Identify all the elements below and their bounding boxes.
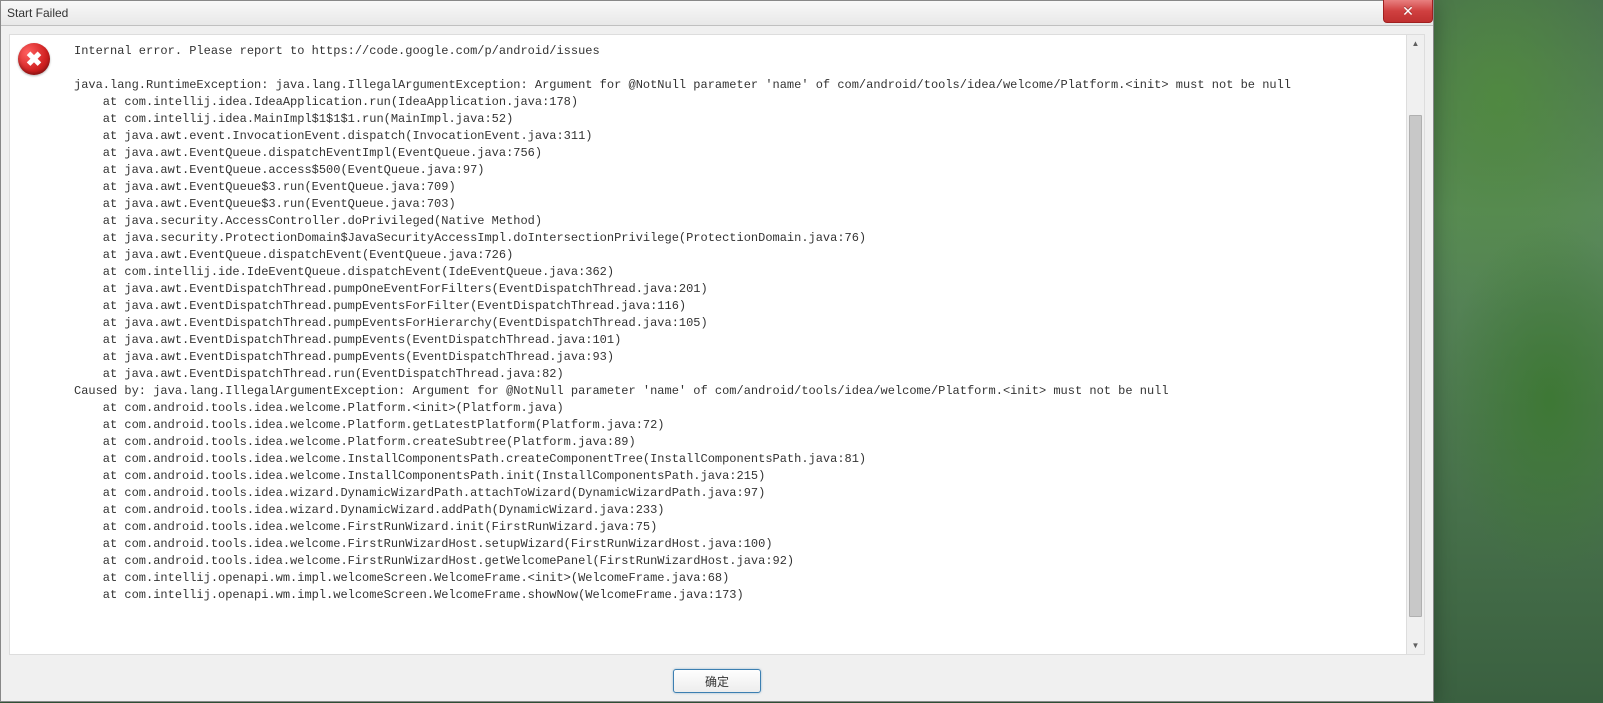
dialog-title: Start Failed	[5, 6, 1429, 20]
titlebar[interactable]: Start Failed ✕	[1, 1, 1433, 26]
error-message-text: Internal error. Please report to https:/…	[74, 43, 1420, 604]
content-area: ✖ Internal error. Please report to https…	[9, 34, 1425, 655]
scroll-thumb[interactable]	[1409, 115, 1422, 617]
error-icon: ✖	[18, 43, 50, 75]
scroll-down-arrow-icon[interactable]: ▼	[1407, 637, 1424, 654]
scroll-up-arrow-icon[interactable]: ▲	[1407, 35, 1424, 52]
close-icon: ✕	[1402, 3, 1414, 20]
message-scroll-area[interactable]: Internal error. Please report to https:/…	[74, 35, 1424, 654]
button-row: 确定	[1, 663, 1433, 701]
close-button[interactable]: ✕	[1383, 0, 1433, 23]
ok-button[interactable]: 确定	[673, 669, 761, 693]
icon-column: ✖	[10, 35, 74, 654]
error-dialog: Start Failed ✕ ✖ Internal error. Please …	[0, 0, 1434, 702]
vertical-scrollbar[interactable]: ▲ ▼	[1406, 35, 1424, 654]
